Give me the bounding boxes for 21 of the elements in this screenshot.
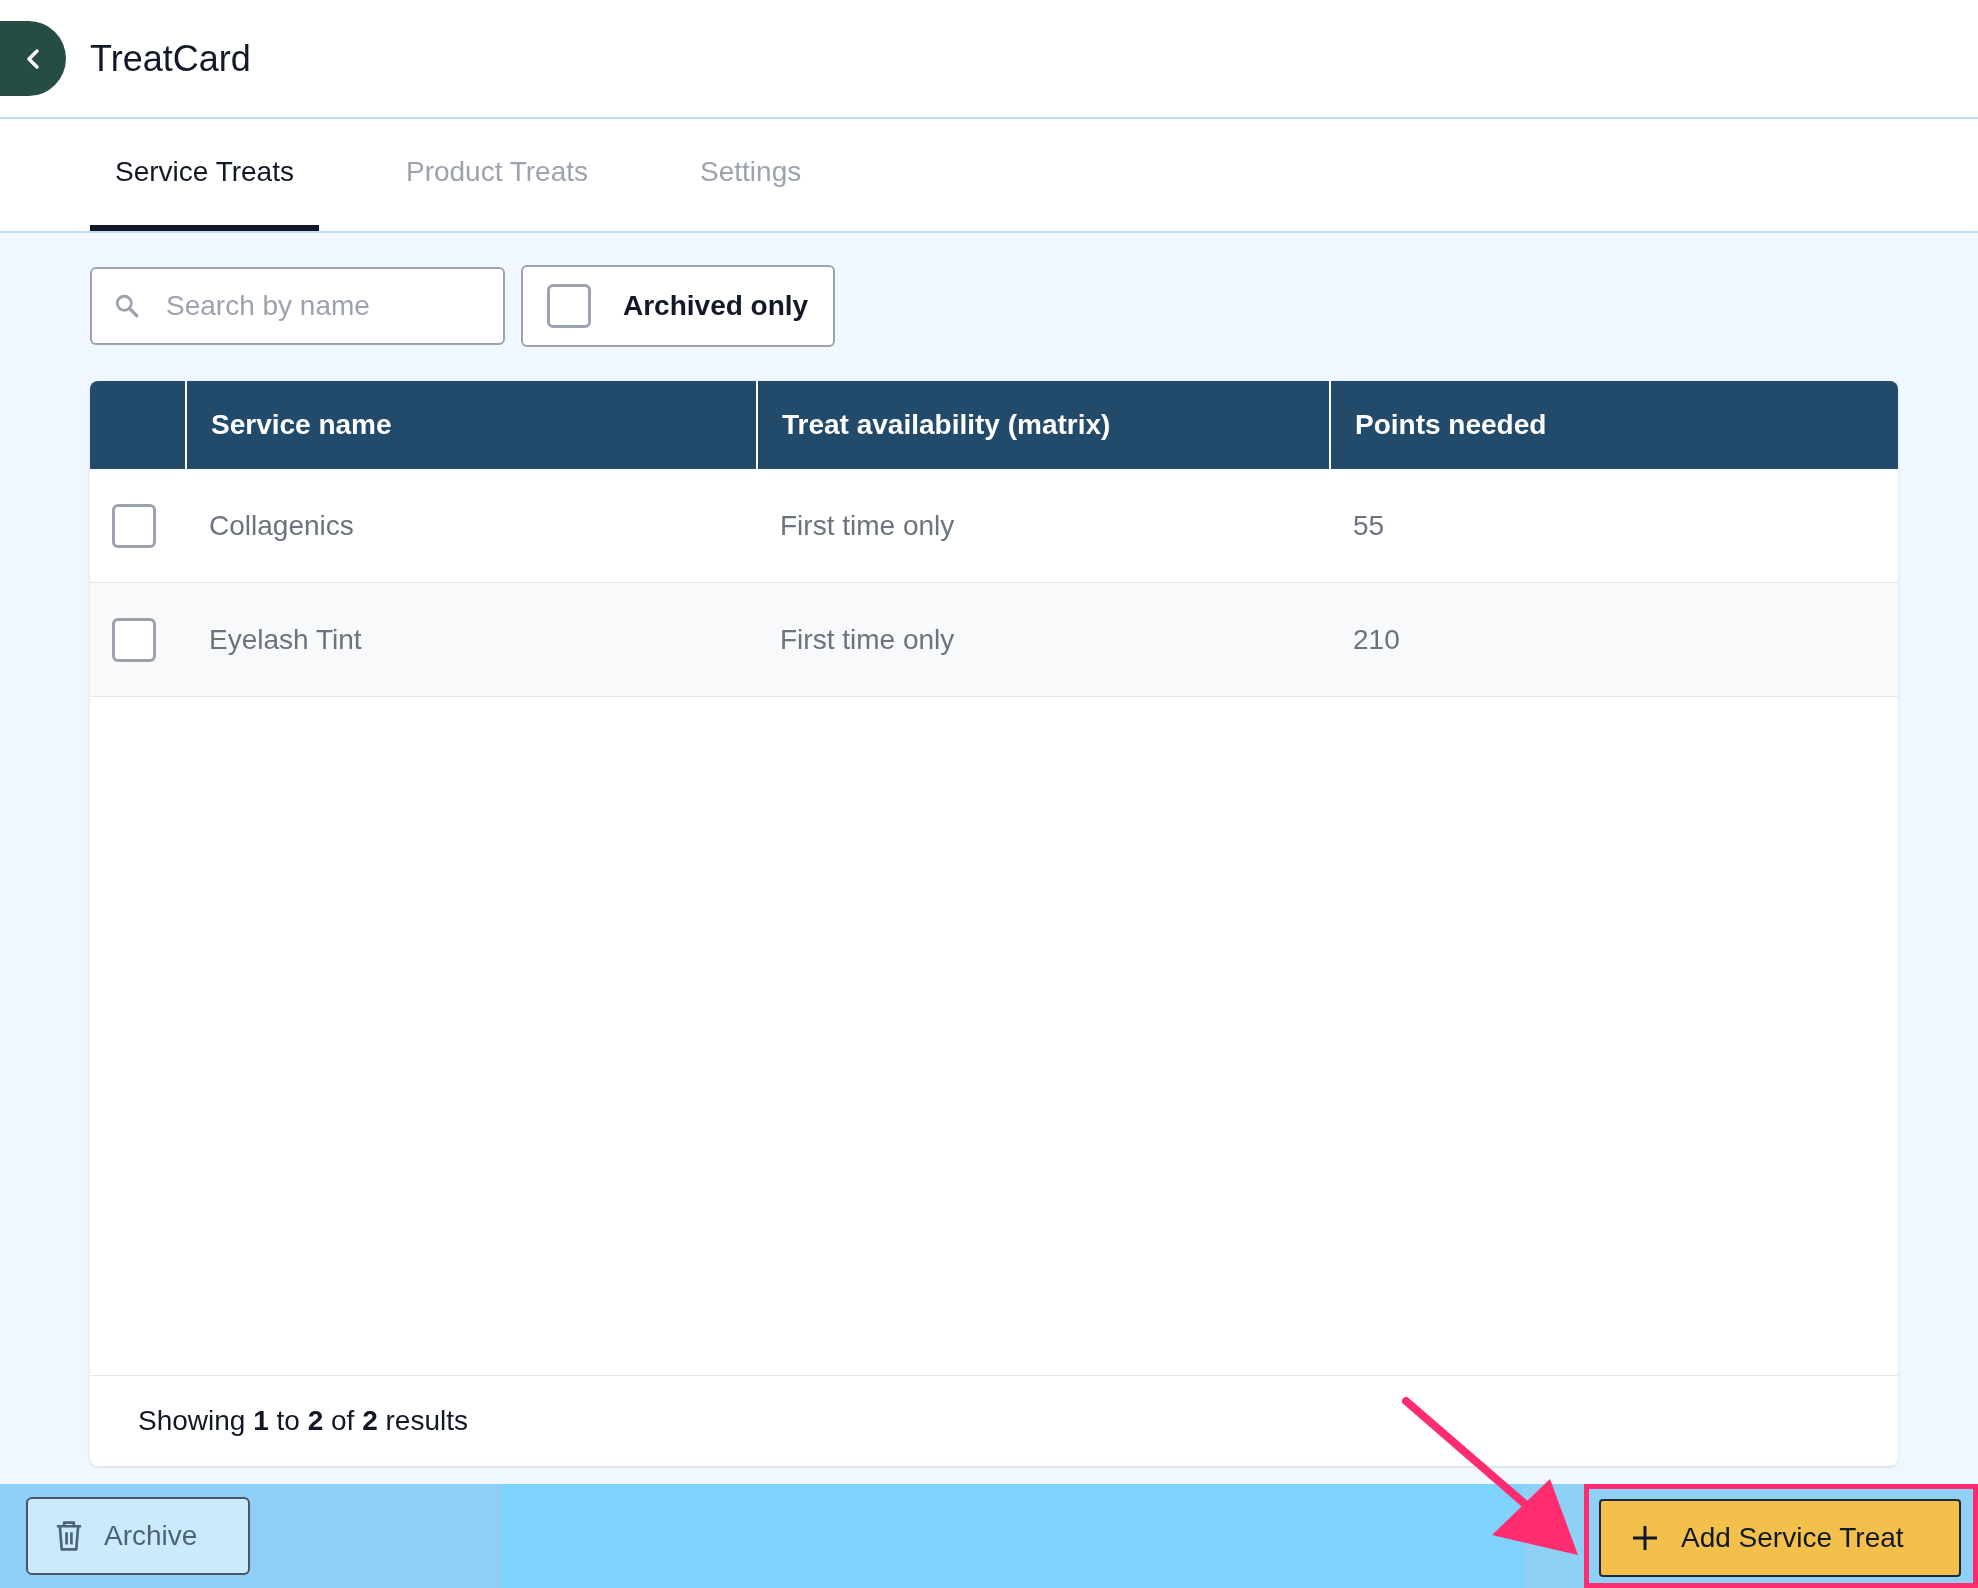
table-cell: First time only	[756, 583, 1329, 697]
checkbox-label: Archived only	[623, 290, 809, 322]
table-cell: Eyelash Tint	[185, 583, 756, 697]
chevron-left-icon	[25, 47, 41, 70]
column-header: Service name	[185, 381, 756, 469]
trash-icon	[54, 1519, 84, 1553]
results-summary: Showing 1 to 2 of 2 results	[138, 1405, 468, 1437]
archived-only-toggle[interactable]: Archived only	[521, 265, 835, 347]
column-header: Points needed	[1329, 381, 1898, 469]
table-cell: 210	[1329, 583, 1898, 697]
column-header: Treat availability (matrix)	[756, 381, 1329, 469]
search-field[interactable]: Search by name	[90, 267, 505, 345]
checkbox[interactable]	[547, 284, 591, 328]
checkbox[interactable]	[112, 503, 156, 548]
checkbox[interactable]	[112, 617, 156, 662]
plus-icon	[1631, 1524, 1659, 1552]
page-title: TreatCard	[90, 37, 251, 80]
back-button[interactable]	[0, 21, 66, 96]
search-icon	[114, 293, 140, 319]
add-service-treat-button[interactable]: Add Service Treat	[1599, 1499, 1961, 1577]
archive-button[interactable]: Archive	[26, 1497, 250, 1575]
